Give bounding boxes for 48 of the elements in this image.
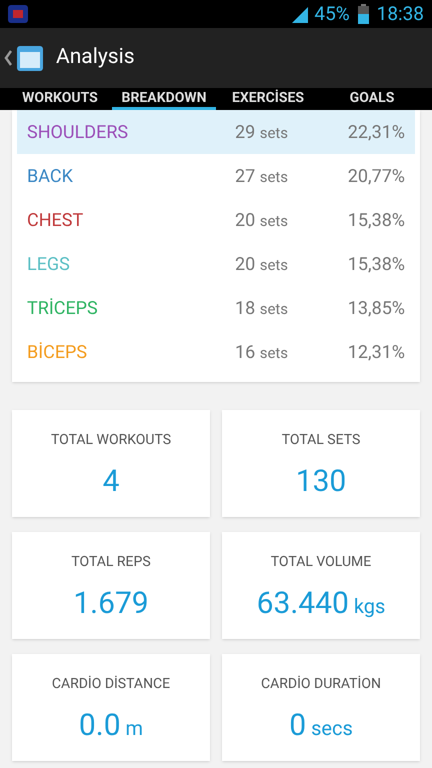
- stat-label: TOTAL WORKOUTS: [50, 431, 172, 450]
- percent: 12,31%: [346, 340, 405, 364]
- stat-label: CARDİO DURATİON: [261, 674, 381, 694]
- screen-title: Analysis: [56, 44, 135, 72]
- breakdown-row[interactable]: BACK 27 sets 20,77%: [17, 154, 415, 198]
- muscle-group: BACK: [27, 162, 235, 190]
- stat-label: TOTAL VOLUME: [270, 553, 372, 572]
- back-chevron-icon: [4, 50, 12, 66]
- set-count: 27 sets: [235, 164, 290, 188]
- tab[interactable]: WORKOUTS: [8, 88, 112, 110]
- muscle-group: TRİCEPS: [27, 294, 235, 322]
- stat-label: TOTAL REPS: [71, 553, 151, 572]
- set-count: 18 sets: [235, 296, 290, 320]
- set-count: 16 sets: [235, 340, 290, 364]
- percent: 15,38%: [346, 208, 405, 232]
- clock: 18:38: [376, 0, 424, 27]
- stat-label: TOTAL SETS: [282, 431, 360, 450]
- breakdown-row[interactable]: SHOULDERS 29 sets 22,31%: [17, 110, 415, 154]
- app-notification-icon: [8, 5, 28, 23]
- battery-icon: [358, 4, 369, 24]
- stat-value: 63.440 kgs: [256, 585, 386, 623]
- stat-value: 1.679: [73, 585, 149, 623]
- stat-value: 130: [296, 463, 346, 501]
- calendar-icon: [16, 44, 44, 72]
- breakdown-row[interactable]: TRİCEPS 18 sets 13,85%: [17, 286, 415, 330]
- breakdown-row[interactable]: LEGS 20 sets 15,38%: [17, 242, 415, 286]
- percent: 20,77%: [346, 164, 405, 188]
- tab[interactable]: EXERCİSES: [216, 88, 320, 110]
- breakdown-row[interactable]: CHEST 20 sets 15,38%: [17, 198, 415, 242]
- muscle-group: BİCEPS: [27, 338, 235, 366]
- percent: 15,38%: [346, 252, 405, 276]
- stat-value: 0.0 m: [78, 707, 144, 745]
- muscle-group: SHOULDERS: [27, 118, 235, 146]
- percent: 22,31%: [346, 120, 405, 144]
- stat-label: CARDİO DİSTANCE: [52, 674, 170, 694]
- set-count: 20 sets: [235, 252, 290, 276]
- muscle-group: CHEST: [27, 206, 235, 234]
- stat-value: 4: [102, 463, 120, 501]
- back-button[interactable]: [4, 44, 44, 72]
- battery-percent: 45%: [314, 0, 350, 27]
- signal-icon: [290, 5, 310, 23]
- muscle-group: LEGS: [27, 250, 235, 278]
- breakdown-row[interactable]: BİCEPS 16 sets 12,31%: [17, 330, 415, 374]
- tab[interactable]: GOALS: [320, 88, 424, 110]
- set-count: 29 sets: [235, 120, 290, 144]
- percent: 13,85%: [346, 296, 405, 320]
- stat-value: 0 secs: [289, 707, 353, 745]
- set-count: 20 sets: [235, 208, 290, 232]
